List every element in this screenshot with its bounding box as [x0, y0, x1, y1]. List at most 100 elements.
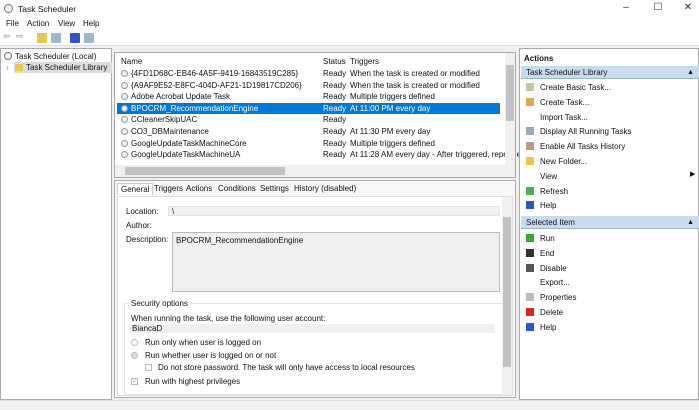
task-row[interactable]: {A9AF9E52-E8FC-404D-AF21-1D19817CD206} Re…	[117, 80, 500, 91]
menu-view[interactable]: View	[58, 19, 75, 28]
enable-history-icon	[526, 142, 534, 151]
tree-item-library[interactable]: Task Scheduler Library	[14, 62, 112, 73]
action-label: Delete	[540, 308, 564, 317]
task-status: Ready	[323, 80, 347, 90]
radio-logged-on[interactable]	[131, 339, 138, 346]
action-create-task[interactable]: Create Task...	[520, 96, 698, 109]
task-row[interactable]: {4FD1D68C-EB46-4A5F-9419-16843519C285} Re…	[117, 68, 500, 79]
task-trigger: Multiple triggers defined	[350, 138, 435, 148]
action-new-folder[interactable]: New Folder...	[520, 155, 698, 168]
menu-help[interactable]: Help	[83, 19, 99, 28]
checkbox-highest-privileges[interactable]: ✓	[131, 378, 138, 385]
section-selected-item[interactable]: Selected Item ▲	[521, 216, 699, 229]
task-row[interactable]: GoogleUpdateTaskMachineUA Ready At 11:28 A…	[117, 149, 521, 160]
action-view[interactable]: View	[520, 170, 698, 183]
description-label: Description:	[126, 235, 169, 244]
task-row[interactable]: BPOCRM_RecommendationEngine Ready At 11:00…	[117, 102, 500, 114]
task-row[interactable]: Adobe Acrobat Update Task Ready Multiple t…	[117, 91, 500, 102]
create-task-icon	[526, 97, 534, 106]
task-details: General Triggers Actions Conditions Sett…	[114, 180, 516, 398]
column-triggers[interactable]: Triggers	[350, 57, 379, 66]
folder-up-icon[interactable]	[37, 33, 47, 43]
task-name: CO3_DBMaintenance	[131, 127, 209, 136]
task-status: Ready	[323, 69, 347, 78]
task-row[interactable]: CO3_DBMaintenance Ready At 11:30 PM every …	[117, 126, 500, 137]
tab-settings[interactable]: Settings	[257, 183, 292, 195]
details-scrollbar[interactable]	[502, 197, 512, 395]
action-properties[interactable]: Properties	[520, 291, 698, 304]
action-disable[interactable]: Disable	[520, 262, 698, 275]
checkbox-no-password[interactable]	[145, 364, 152, 371]
radio-whether-logged-on[interactable]	[131, 352, 138, 359]
action-enable-all-tasks-history[interactable]: Enable All Tasks History	[520, 140, 698, 153]
action-help[interactable]: Help	[520, 199, 698, 212]
task-row[interactable]: GoogleUpdateTaskMachineCore Ready Multiple…	[117, 138, 500, 149]
task-trigger: Multiple triggers defined	[350, 92, 435, 102]
collapse-icon[interactable]: ▲	[687, 216, 694, 229]
close-button[interactable]: ✕	[678, 2, 698, 13]
vertical-scrollbar[interactable]	[505, 53, 515, 165]
checkbox-highest-label: Run with highest privileges	[145, 377, 241, 386]
action-end[interactable]: End	[520, 247, 698, 260]
task-trigger: When the task is created or modified	[350, 69, 480, 78]
action-label: New Folder...	[540, 157, 588, 166]
title-bar: Task Scheduler – ☐ ✕	[0, 0, 699, 17]
description-value: BPOCRM_RecommendationEngine	[176, 236, 304, 245]
radio-logged-on-label: Run only when user is logged on	[145, 338, 262, 347]
folder-icon	[15, 64, 23, 71]
description-field[interactable]: BPOCRM_RecommendationEngine	[172, 232, 500, 292]
action-refresh[interactable]: Refresh	[520, 185, 698, 198]
location-field: \	[168, 206, 500, 216]
collapse-icon[interactable]: ▲	[687, 66, 694, 79]
help-icon[interactable]	[70, 33, 80, 43]
column-name[interactable]: Name	[121, 57, 142, 66]
delete-icon	[526, 308, 534, 316]
section-task-scheduler-library[interactable]: Task Scheduler Library ▲	[521, 66, 699, 79]
action-delete[interactable]: Delete	[520, 306, 698, 319]
tab-conditions[interactable]: Conditions	[215, 183, 259, 195]
horizontal-scrollbar[interactable]	[115, 165, 515, 177]
clock-icon	[4, 52, 12, 60]
task-row[interactable]: CCleanerSkipUAC Ready	[117, 114, 500, 125]
action-pane-icon[interactable]	[84, 33, 94, 43]
tab-history[interactable]: History (disabled)	[291, 183, 359, 195]
back-icon[interactable]: ⇦	[3, 31, 13, 41]
action-run[interactable]: Run	[520, 232, 698, 245]
action-import-task[interactable]: Import Task...	[520, 111, 698, 124]
tab-actions[interactable]: Actions	[183, 183, 215, 195]
expand-chevron-icon[interactable]: ›	[6, 63, 9, 72]
tab-triggers[interactable]: Triggers	[151, 183, 186, 195]
task-clock-icon	[121, 139, 128, 147]
column-status[interactable]: Status	[323, 57, 346, 66]
tree-root[interactable]: Task Scheduler (Local)	[15, 52, 96, 61]
task-status: Ready	[323, 150, 347, 160]
task-name: {4FD1D68C-EB46-4A5F-9419-16843519C285}	[131, 69, 299, 78]
show-hide-console-icon[interactable]	[51, 33, 61, 43]
action-label: Properties	[540, 293, 577, 303]
task-name: CCleanerSkipUAC	[131, 115, 198, 125]
task-name: Adobe Acrobat Update Task	[131, 92, 231, 102]
action-create-basic-task[interactable]: Create Basic Task...	[520, 81, 698, 94]
detail-tabs: General Triggers Actions Conditions Sett…	[117, 183, 513, 196]
menu-file[interactable]: File	[6, 19, 19, 28]
security-options-group: Security options When running the task, …	[124, 299, 504, 395]
action-label: Help	[540, 201, 557, 211]
task-status: Ready	[323, 92, 347, 102]
minimize-button[interactable]: –	[616, 2, 636, 13]
action-label: Export...	[540, 278, 570, 288]
tab-general[interactable]: General	[117, 183, 154, 195]
action-help[interactable]: Help	[520, 321, 698, 334]
task-status: Ready	[323, 127, 347, 136]
account-prompt: When running the task, use the following…	[131, 314, 326, 323]
maximize-button[interactable]: ☐	[648, 2, 668, 13]
display-running-tasks-icon	[526, 127, 534, 136]
actions-pane: Actions Task Scheduler Library ▲ Create B…	[519, 48, 699, 400]
task-clock-icon	[121, 151, 128, 159]
action-export[interactable]: Export...	[520, 276, 698, 289]
forward-icon[interactable]: ⇨	[16, 31, 26, 41]
action-display-all-running-tasks[interactable]: Display All Running Tasks	[520, 125, 698, 138]
action-label: Refresh	[540, 186, 569, 196]
security-options-title: Security options	[129, 299, 190, 308]
task-clock-icon	[121, 81, 128, 89]
menu-action[interactable]: Action	[27, 19, 49, 28]
